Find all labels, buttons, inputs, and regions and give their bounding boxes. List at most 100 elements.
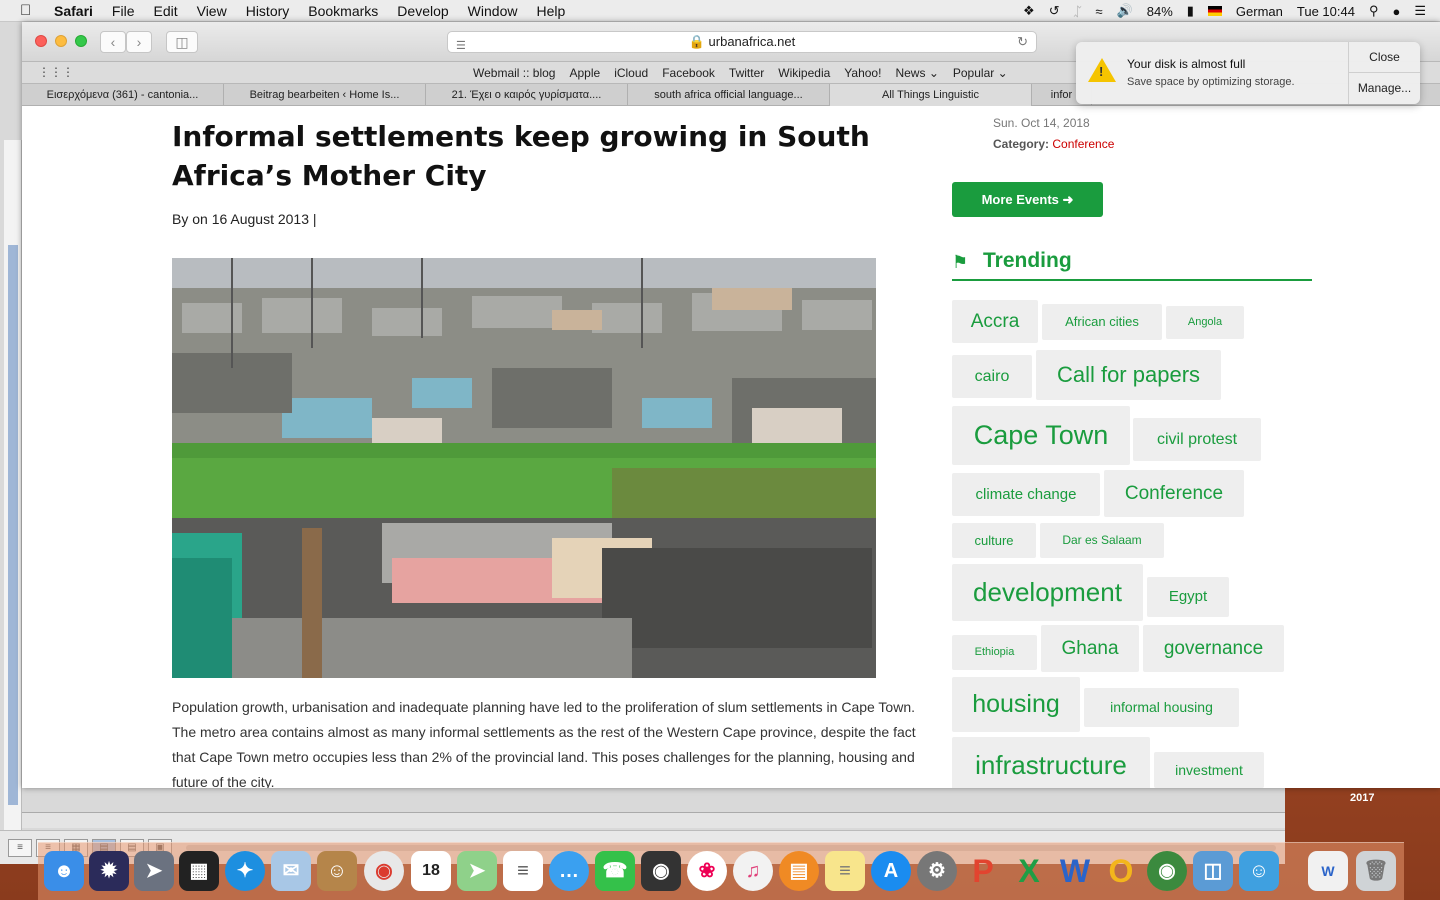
- horizontal-scrollbar[interactable]: [22, 812, 1285, 828]
- remote-desktop-icon[interactable]: ◫: [1193, 851, 1233, 891]
- mission-control-icon[interactable]: ▦: [179, 851, 219, 891]
- tag-investment[interactable]: investment: [1154, 752, 1264, 788]
- tab-inbox[interactable]: Εισερχόμενα (361) - cantonia...: [22, 84, 224, 106]
- address-bar[interactable]: ☰ 🔒 urbanafrica.net ↻: [447, 31, 1037, 53]
- sidebar-toggle-button[interactable]: ◫: [166, 31, 198, 53]
- contacts-icon[interactable]: ☺: [317, 851, 357, 891]
- view-draft-button[interactable]: ≡: [8, 838, 32, 857]
- desktop-folder-label[interactable]: 2017: [1350, 792, 1374, 804]
- ibooks-icon[interactable]: ▤: [779, 851, 819, 891]
- notes-icon[interactable]: ≡: [825, 851, 865, 891]
- menu-app-name[interactable]: Safari: [54, 3, 93, 19]
- excel-icon[interactable]: X: [1009, 851, 1049, 891]
- top-sites-grid-icon[interactable]: ⋮⋮⋮: [38, 65, 74, 79]
- maps-icon[interactable]: ➤: [457, 851, 497, 891]
- document-thumbnail-icon[interactable]: W: [1308, 851, 1348, 891]
- menu-help[interactable]: Help: [536, 3, 565, 19]
- clock[interactable]: Tue 10:44: [1297, 4, 1355, 19]
- notification-close-button[interactable]: Close: [1349, 42, 1420, 73]
- reload-icon[interactable]: ↻: [1017, 32, 1028, 52]
- calendar-icon[interactable]: 18: [411, 851, 451, 891]
- mail-icon[interactable]: ✉: [271, 851, 311, 891]
- spotlight-icon[interactable]: ⚲: [1369, 3, 1379, 19]
- trash-icon[interactable]: 🗑: [1356, 851, 1396, 891]
- zoom-window-button[interactable]: [75, 35, 87, 47]
- system-preferences-icon[interactable]: ⚙: [917, 851, 957, 891]
- tag-cairo[interactable]: cairo: [952, 355, 1032, 398]
- favorite-wikipedia[interactable]: Wikipedia: [778, 66, 830, 80]
- menu-history[interactable]: History: [246, 3, 290, 19]
- volume-icon[interactable]: 🔊: [1117, 3, 1133, 19]
- siri-icon[interactable]: ✹: [89, 851, 129, 891]
- safari-icon[interactable]: ✦: [225, 851, 265, 891]
- chrome-icon[interactable]: ◉: [364, 851, 404, 891]
- tab-all-things-linguistic[interactable]: All Things Linguistic: [830, 84, 1032, 106]
- finder-icon[interactable]: ☻: [44, 851, 84, 891]
- tag-infrastructure[interactable]: infrastructure: [952, 737, 1150, 788]
- favorite-popular-folder[interactable]: Popular ⌄: [953, 66, 1008, 80]
- dropbox-icon[interactable]: ❖: [1023, 3, 1035, 19]
- app-store-icon[interactable]: A: [871, 851, 911, 891]
- messages-icon[interactable]: …: [549, 851, 589, 891]
- bluetooth-icon[interactable]: ᛢ: [1074, 4, 1082, 19]
- facetime-icon[interactable]: ☎: [595, 851, 635, 891]
- favorite-facebook[interactable]: Facebook: [662, 66, 715, 80]
- tag-conference[interactable]: Conference: [1104, 470, 1244, 517]
- tag-culture[interactable]: culture: [952, 523, 1036, 558]
- favorite-yahoo[interactable]: Yahoo!: [844, 66, 881, 80]
- forward-button[interactable]: ›: [126, 31, 152, 53]
- notification-manage-button[interactable]: Manage...: [1349, 73, 1420, 104]
- tag-dar-es-salaam[interactable]: Dar es Salaam: [1040, 523, 1164, 558]
- reader-icon[interactable]: ☰: [456, 36, 466, 56]
- itunes-icon[interactable]: ♫: [733, 851, 773, 891]
- input-source[interactable]: German: [1236, 4, 1283, 19]
- launchpad-icon[interactable]: ➤: [134, 851, 174, 891]
- notification-center-icon[interactable]: ☰: [1414, 3, 1426, 19]
- tab-greek-article[interactable]: 21. Έχει ο καιρός γυρίσματα....: [426, 84, 628, 106]
- tag-egypt[interactable]: Egypt: [1147, 577, 1229, 617]
- photo-booth-icon[interactable]: ◉: [641, 851, 681, 891]
- siri-icon[interactable]: ●: [1392, 4, 1400, 19]
- menu-develop[interactable]: Develop: [397, 3, 448, 19]
- favorite-icloud[interactable]: iCloud: [614, 66, 648, 80]
- disk-full-notification[interactable]: ! Your disk is almost full Save space by…: [1076, 42, 1420, 104]
- favorite-twitter[interactable]: Twitter: [729, 66, 764, 80]
- minimize-window-button[interactable]: [55, 35, 67, 47]
- menu-edit[interactable]: Edit: [153, 3, 177, 19]
- favorite-webmail[interactable]: Webmail :: blog: [473, 66, 555, 80]
- tab-south-africa-languages[interactable]: south africa official language...: [628, 84, 830, 106]
- menu-bookmarks[interactable]: Bookmarks: [308, 3, 378, 19]
- tag-ethiopia[interactable]: Ethiopia: [952, 635, 1037, 670]
- network-icon[interactable]: ◉: [1147, 851, 1187, 891]
- close-window-button[interactable]: [35, 35, 47, 47]
- photos-icon[interactable]: ❀: [687, 851, 727, 891]
- powerpoint-icon[interactable]: P: [963, 851, 1003, 891]
- tag-ghana[interactable]: Ghana: [1041, 625, 1139, 672]
- tab-edit-post[interactable]: Beitrag bearbeiten ‹ Home Is...: [224, 84, 426, 106]
- word-icon[interactable]: W: [1055, 851, 1095, 891]
- back-button[interactable]: ‹: [100, 31, 126, 53]
- flag-icon[interactable]: [1207, 6, 1222, 16]
- menu-file[interactable]: File: [112, 3, 135, 19]
- reminders-icon[interactable]: ≡: [503, 851, 543, 891]
- apple-icon[interactable]: : [20, 2, 38, 19]
- tag-civil-protest[interactable]: civil protest: [1133, 418, 1261, 461]
- battery-icon[interactable]: ▮: [1187, 3, 1194, 19]
- tag-development[interactable]: development: [952, 564, 1143, 621]
- tag-accra[interactable]: Accra: [952, 300, 1038, 343]
- tag-african-cities[interactable]: African cities: [1042, 304, 1162, 340]
- outlook-icon[interactable]: O: [1101, 851, 1141, 891]
- menu-window[interactable]: Window: [468, 3, 518, 19]
- tag-climate-change[interactable]: climate change: [952, 473, 1100, 516]
- time-machine-icon[interactable]: ↺: [1049, 3, 1060, 19]
- favorite-apple[interactable]: Apple: [569, 66, 600, 80]
- tag-housing[interactable]: housing: [952, 677, 1080, 732]
- lync-icon[interactable]: ☺: [1239, 851, 1279, 891]
- tag-call-for-papers[interactable]: Call for papers: [1036, 350, 1221, 400]
- menu-view[interactable]: View: [197, 3, 227, 19]
- tag-angola[interactable]: Angola: [1166, 306, 1244, 339]
- tag-cape-town[interactable]: Cape Town: [952, 406, 1130, 465]
- tag-governance[interactable]: governance: [1143, 625, 1284, 672]
- battery-percent[interactable]: 84%: [1147, 4, 1173, 19]
- favorite-news-folder[interactable]: News ⌄: [895, 66, 938, 80]
